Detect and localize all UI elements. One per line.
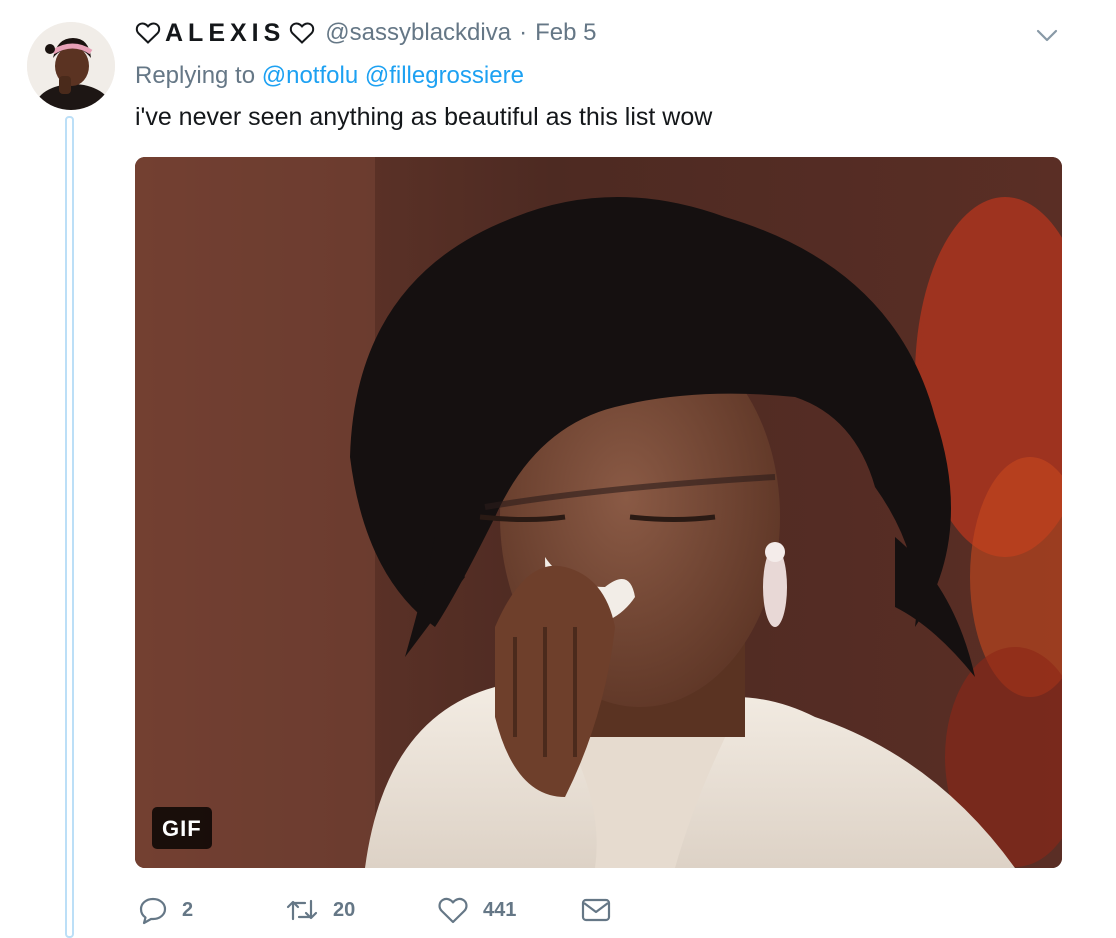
envelope-icon [581,898,611,922]
replying-to-line: Replying to @notfolu @fillegrossiere [135,62,524,90]
chevron-down-icon[interactable] [1034,22,1060,48]
mention-link[interactable]: @fillegrossiere [365,62,524,89]
tweet-media-gif[interactable]: GIF [135,157,1062,868]
thread-connector-line [65,116,74,938]
tweet-text: i've never seen anything as beautiful as… [135,103,713,131]
reply-count: 2 [182,898,194,921]
retweet-icon [286,899,318,921]
tweet-header: ALEXIS @sassyblackdiva · Feb 5 [135,16,596,50]
like-button[interactable]: 441 [437,890,516,930]
avatar-image [27,22,115,110]
mention-link[interactable]: @notfolu [262,62,358,89]
avatar[interactable] [27,22,115,110]
reply-button[interactable]: 2 [138,890,193,930]
retweet-button[interactable]: 20 [285,890,355,930]
heart-icon [438,897,468,924]
gif-badge: GIF [152,807,212,849]
display-name[interactable]: ALEXIS [165,19,285,48]
gif-frame [135,157,1062,868]
direct-message-button[interactable] [580,890,612,930]
separator-dot: · [519,19,528,46]
tweet[interactable]: ALEXIS @sassyblackdiva · Feb 5 Replying … [0,0,1116,938]
reply-bubble-icon [139,897,167,925]
retweet-count: 20 [333,898,356,921]
like-count: 441 [483,898,517,921]
replying-to-label: Replying to [135,62,256,89]
tweet-date[interactable]: Feb 5 [535,19,596,47]
heart-outline-icon [135,21,161,45]
heart-outline-icon [289,21,315,45]
user-handle[interactable]: @sassyblackdiva [325,19,511,47]
